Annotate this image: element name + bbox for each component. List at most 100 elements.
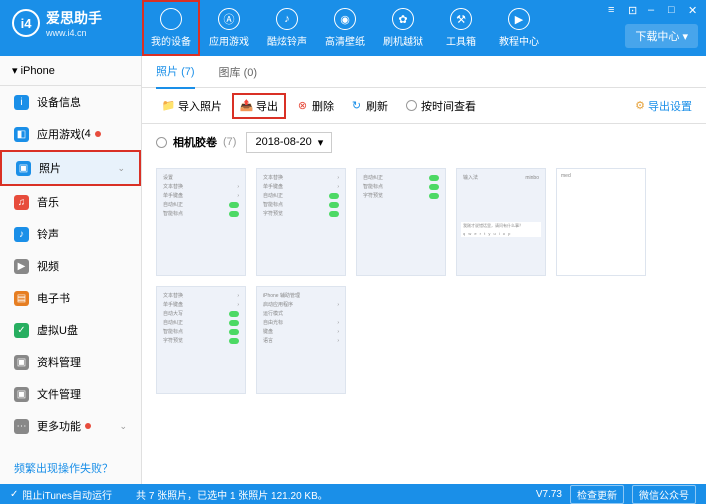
sidebar-item-photos[interactable]: ▣照片⌄ [0, 150, 141, 186]
tutorial-icon: ▶ [508, 8, 530, 30]
status-summary: 共 7 张照片，已选中 1 张照片 121.20 KB。 [136, 487, 328, 502]
photo-thumb[interactable]: 设置文本替换›单手键盘›自动纠正智能标点 [156, 168, 246, 276]
sidebar-item-music[interactable]: ♫音乐 [0, 186, 141, 218]
chevron-down-icon: ▾ [318, 136, 324, 149]
photo-thumb[interactable]: iPhone 辅助管理启动应用程序›运行模式自由光标›键盘›语言› [256, 286, 346, 394]
apps-icon: ◧ [14, 127, 29, 142]
device-name: iPhone [21, 65, 55, 77]
lock-icon[interactable]: ⊡ [628, 4, 640, 16]
export-icon: 📤 [240, 99, 253, 112]
sidebar-item-more[interactable]: ⋯更多功能⌄ [0, 410, 141, 442]
photo-thumb[interactable]: 自动纠正智能标点字符预览 [356, 168, 446, 276]
sidebar-item-ringtones[interactable]: ♪ 铃声 [0, 218, 141, 250]
sidebar-label: 电子书 [37, 290, 70, 306]
app-url: www.i4.cn [46, 28, 102, 38]
sidebar-item-device-info[interactable]: i设备信息 [0, 86, 141, 118]
jailbreak-icon: ✿ [392, 8, 414, 30]
sidebar-label: 资料管理 [37, 354, 81, 370]
sidebar-item-ebooks[interactable]: ▤电子书 [0, 282, 141, 314]
chevron-down-icon: ⌄ [119, 421, 127, 432]
nav-toolbox[interactable]: ⚒ 工具箱 [432, 0, 490, 56]
sidebar-item-udisk[interactable]: ✓虚拟U盘 [0, 314, 141, 346]
photo-icon: ▣ [16, 161, 31, 176]
tab-photos[interactable]: 照片 (7) [156, 55, 195, 89]
itunes-toggle[interactable]: 阻止iTunes自动运行 [22, 487, 112, 502]
data-icon: ▣ [14, 355, 29, 370]
album-count: (7) [223, 136, 236, 148]
apps-icon: Ⓐ [218, 8, 240, 30]
version-label: V7.73 [536, 489, 562, 500]
photo-thumb[interactable]: 文本替换›单手键盘›自动纠正智能标点字符预览 [256, 168, 346, 276]
top-nav: 我的设备 Ⓐ 应用游戏 ♪ 酷炫铃声 ◉ 高清壁纸 ✿ 刷机越狱 ⚒ 工具箱 ▶… [142, 0, 548, 56]
photo-thumb[interactable]: 输入法minbo我刚才说错话里，请问有什么事？q w e r t y u i o… [456, 168, 546, 276]
export-button[interactable]: 📤导出 [232, 93, 286, 119]
menu-icon[interactable]: ≡ [608, 4, 620, 16]
date-selector[interactable]: 2018-08-20 ▾ [246, 132, 332, 153]
import-icon: 📁 [162, 99, 175, 112]
check-icon: ✓ [10, 489, 18, 500]
nav-apps[interactable]: Ⓐ 应用游戏 [200, 0, 258, 56]
sidebar-label: 设备信息 [37, 94, 81, 110]
gear-icon: ⚙ [635, 99, 645, 112]
delete-button[interactable]: ⊗删除 [290, 95, 340, 117]
titlebar: i4 爱思助手 www.i4.cn 我的设备 Ⓐ 应用游戏 ♪ 酷炫铃声 ◉ 高… [0, 0, 706, 56]
filter-row: 相机胶卷 (7) 2018-08-20 ▾ [142, 124, 706, 160]
sidebar-label: 音乐 [37, 194, 59, 210]
sidebar-label: 更多功能 [37, 418, 81, 434]
nav-label: 教程中心 [499, 33, 539, 48]
sidebar-item-files[interactable]: ▣文件管理 [0, 378, 141, 410]
sidebar-label: 虚拟U盘 [37, 322, 78, 338]
refresh-button[interactable]: ↻刷新 [344, 95, 394, 117]
nav-ringtones[interactable]: ♪ 酷炫铃声 [258, 0, 316, 56]
radio-icon [156, 137, 167, 148]
nav-label: 我的设备 [151, 33, 191, 48]
window-controls: ≡ ⊡ – □ ✕ [608, 4, 700, 16]
date-value: 2018-08-20 [255, 136, 311, 148]
nav-label: 应用游戏 [209, 33, 249, 48]
wallpaper-icon: ◉ [334, 8, 356, 30]
bell-icon: ♪ [14, 227, 29, 242]
nav-jailbreak[interactable]: ✿ 刷机越狱 [374, 0, 432, 56]
export-settings-button[interactable]: ⚙导出设置 [635, 98, 692, 114]
sidebar-item-data[interactable]: ▣ 资料管理 [0, 346, 141, 378]
toolbar: 📁导入照片 📤导出 ⊗删除 ↻刷新 按时间查看 ⚙导出设置 [142, 88, 706, 124]
app-logo: i4 爱思助手 www.i4.cn [0, 0, 142, 46]
radio-icon [406, 100, 417, 111]
content-tabs: 照片 (7) 图库 (0) [142, 56, 706, 88]
tab-library[interactable]: 图库 (0) [219, 56, 258, 88]
nav-tutorial[interactable]: ▶ 教程中心 [490, 0, 548, 56]
photo-thumb[interactable]: med [556, 168, 646, 276]
download-center-button[interactable]: 下载中心 ▾ [625, 24, 698, 48]
nav-label: 刷机越狱 [383, 33, 423, 48]
album-name: 相机胶卷 [173, 134, 217, 150]
delete-icon: ⊗ [296, 99, 309, 112]
device-selector[interactable]: ▾ iPhone [0, 56, 141, 86]
sort-by-time[interactable]: 按时间查看 [406, 98, 476, 114]
sidebar-item-apps[interactable]: ◧应用游戏 (4 [0, 118, 141, 150]
close-icon[interactable]: ✕ [688, 4, 700, 16]
wechat-button[interactable]: 微信公众号 [632, 485, 696, 504]
sidebar-label: 文件管理 [37, 386, 81, 402]
nav-my-device[interactable]: 我的设备 [142, 0, 200, 56]
import-button[interactable]: 📁导入照片 [156, 95, 228, 117]
thumbnail-grid: 设置文本替换›单手键盘›自动纠正智能标点 文本替换›单手键盘›自动纠正智能标点字… [142, 160, 706, 484]
minimize-icon[interactable]: – [648, 4, 660, 16]
badge-dot [85, 423, 91, 429]
sidebar-label: 照片 [39, 160, 61, 176]
download-label: 下载中心 [635, 31, 679, 43]
app-name: 爱思助手 [46, 8, 102, 28]
check-update-button[interactable]: 检查更新 [570, 485, 624, 504]
nav-wallpaper[interactable]: ◉ 高清壁纸 [316, 0, 374, 56]
sidebar-label: 铃声 [37, 226, 59, 242]
album-selector[interactable]: 相机胶卷 (7) [156, 134, 236, 150]
sidebar-help-link[interactable]: 频繁出现操作失败？ [0, 452, 141, 484]
maximize-icon[interactable]: □ [668, 4, 680, 16]
sidebar-label: 视频 [37, 258, 59, 274]
photo-thumb[interactable]: 文本替换›单手键盘›自动大写自动纠正智能标点字符预览 [156, 286, 246, 394]
sidebar-item-video[interactable]: ▶ 视频 [0, 250, 141, 282]
nav-label: 工具箱 [446, 33, 476, 48]
toolbox-icon: ⚒ [450, 8, 472, 30]
refresh-icon: ↻ [350, 99, 363, 112]
chevron-down-icon: ▾ [682, 31, 688, 43]
video-icon: ▶ [14, 259, 29, 274]
